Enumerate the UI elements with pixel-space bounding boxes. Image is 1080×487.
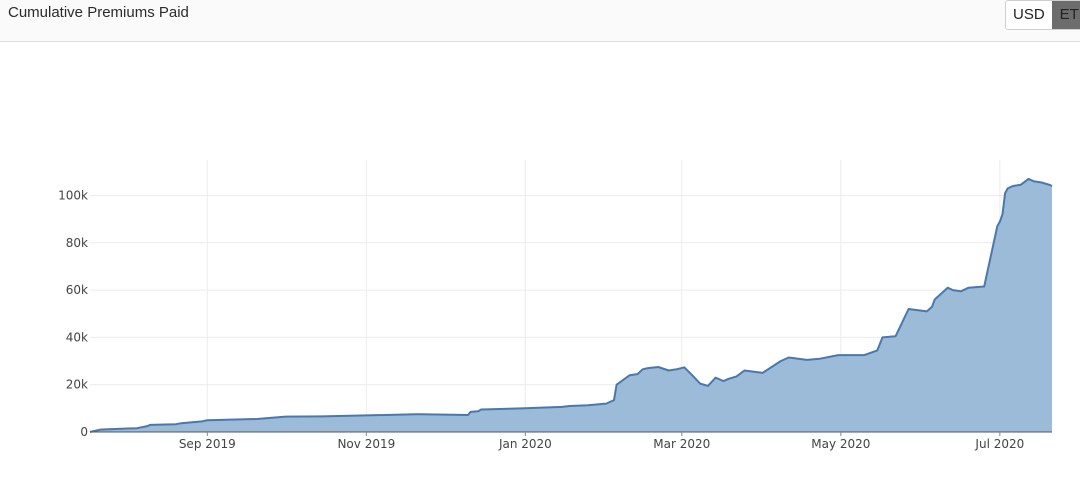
y-tick-label: 60k bbox=[66, 283, 88, 297]
x-tick-label: Mar 2020 bbox=[653, 437, 710, 451]
y-tick-label: 0 bbox=[80, 425, 88, 439]
x-tick-label: Jan 2020 bbox=[498, 437, 552, 451]
x-tick-label: Jul 2020 bbox=[974, 437, 1024, 451]
x-tick-label: Nov 2019 bbox=[337, 437, 395, 451]
area-fill bbox=[90, 178, 1052, 432]
x-tick-label: May 2020 bbox=[811, 437, 870, 451]
y-tick-label: 80k bbox=[66, 236, 88, 250]
x-tick-label: Sep 2019 bbox=[179, 437, 236, 451]
y-tick-label: 100k bbox=[58, 188, 88, 202]
y-tick-label: 40k bbox=[66, 330, 88, 344]
y-tick-label: 20k bbox=[66, 378, 88, 392]
premiums-chart: 0 20k 40k 60k 80k 100k Sep 2019 Nov 2019 Jan 202… bbox=[58, 160, 1053, 451]
